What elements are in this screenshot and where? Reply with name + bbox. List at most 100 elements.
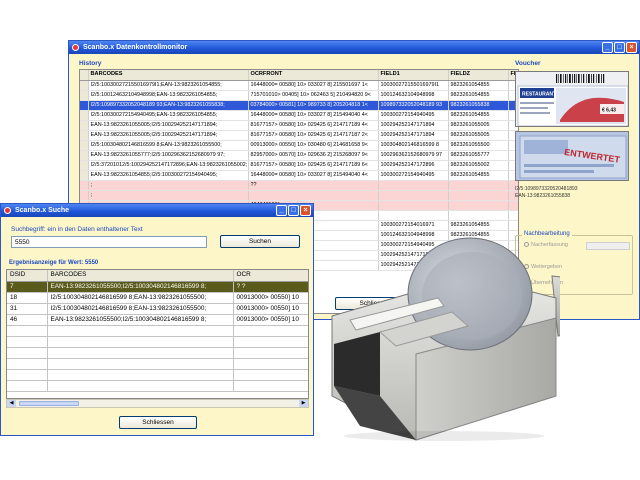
history-cell[interactable]: 100294252147171894: [378, 120, 449, 131]
history-cell[interactable]: 16448000= 00580] 10> 033027 8] 215501697…: [248, 80, 379, 91]
history-cell[interactable]: 715701010> 00405] 10> 062463 5] 21049482…: [248, 90, 379, 101]
result-cell[interactable]: 18: [7, 292, 48, 304]
history-cell[interactable]: EAN-13:9823261055005;I2/5:10029425214717…: [88, 130, 249, 141]
history-cell[interactable]: 109897332052048189 93: [378, 100, 449, 111]
history-cell[interactable]: 100300272154016971: [378, 220, 449, 231]
scroll-left-icon[interactable]: ◀: [7, 400, 16, 407]
history-row[interactable]: I2/5:100300272155016979I1;EAN-13:9823261…: [80, 80, 518, 91]
history-row[interactable]: I2/5:37201012/5:100294252147172896;EAN-1…: [80, 160, 518, 171]
result-cell[interactable]: EAN-13:9823261055500;I2/5:10030480214681…: [47, 281, 234, 293]
history-cell[interactable]: EAN-13:9823261055005;I2/5:10029425214717…: [88, 120, 249, 131]
results-col-header[interactable]: DSID: [7, 270, 48, 282]
result-cell[interactable]: 00913000> 00550] 10: [233, 292, 308, 304]
result-cell[interactable]: 7: [7, 281, 48, 293]
horizontal-scrollbar[interactable]: ◀ ▶: [6, 399, 309, 408]
history-cell[interactable]: [378, 200, 449, 211]
scroll-right-icon[interactable]: ▶: [299, 400, 308, 407]
history-cell[interactable]: 16448000= 00580] 10> 033027 8] 215494040…: [248, 170, 379, 181]
history-row[interactable]: EAN-13:9823261055005;I2/5:10029425214717…: [80, 130, 518, 141]
history-cell[interactable]: 81677157> 00580] 10> 029425 6] 214717189…: [248, 120, 379, 131]
search-button[interactable]: Suchen: [220, 235, 300, 248]
history-col-header[interactable]: OCRFRONT: [248, 70, 379, 81]
row-selector[interactable]: [80, 180, 89, 191]
search-titlebar[interactable]: Scanbo.x Suche _ □ ×: [1, 204, 313, 217]
close-button[interactable]: ×: [300, 205, 311, 216]
history-cell[interactable]: 82957000> 00570] 10> 029636 2] 215268097…: [248, 150, 379, 161]
row-selector[interactable]: [80, 190, 89, 201]
history-cell[interactable]: 03784000> 00581] 10> 989733 8] 205204818…: [248, 100, 379, 111]
history-cell[interactable]: EAN-13:9823261055777;I2/5:10029636215268…: [88, 150, 249, 161]
result-row[interactable]: 18 I2/5:100304802146816599 8;EAN-13:98232…: [7, 292, 308, 304]
history-row[interactable]: I2/5:100300272154940495;EAN-13:982326105…: [80, 110, 518, 121]
main-titlebar[interactable]: Scanbo.x Datenkontrollmonitor _ □ ×: [69, 41, 639, 54]
history-cell[interactable]: 100294252147171894: [378, 130, 449, 141]
result-cell[interactable]: 46: [7, 314, 48, 326]
row-selector[interactable]: [80, 140, 89, 151]
result-cell[interactable]: 31: [7, 303, 48, 315]
result-row[interactable]: 31 I2/5:100304802146816599 8;EAN-13:98232…: [7, 303, 308, 315]
schliessen-button[interactable]: Schliessen: [119, 416, 197, 429]
results-col-header[interactable]: OCR: [233, 270, 308, 282]
row-selector[interactable]: [80, 160, 89, 171]
history-cell[interactable]: [448, 210, 509, 221]
history-cell[interactable]: 9823261054855: [448, 110, 509, 121]
history-cell[interactable]: I2/5:37201012/5:100294252147172896;EAN-1…: [88, 160, 249, 171]
history-cell[interactable]: I2/5:109897332052048189 93;EAN-13:982326…: [88, 100, 249, 111]
result-cell[interactable]: ? ?: [233, 281, 308, 293]
history-cell[interactable]: 9823261054855: [448, 170, 509, 181]
history-row[interactable]: I2/5:109897332052048189 93;EAN-13:982326…: [80, 100, 518, 111]
history-cell[interactable]: I2/5:100304802146816599 8;EAN-13:9823261…: [88, 140, 249, 151]
result-cell[interactable]: 00913000> 00550] 10: [233, 314, 308, 326]
result-cell[interactable]: I2/5:100304802146816599 8;EAN-13:9823261…: [47, 292, 234, 304]
result-row[interactable]: 46 EAN-13:9823261055500;I2/5:100304802146…: [7, 314, 308, 326]
row-selector[interactable]: [80, 90, 89, 101]
history-cell[interactable]: ??: [248, 180, 379, 191]
history-cell[interactable]: [448, 200, 509, 211]
history-cell[interactable]: [248, 190, 379, 201]
history-cell[interactable]: 9823261055500: [448, 140, 509, 151]
history-cell[interactable]: 81677157> 00580] 10> 029425 6] 214717187…: [248, 130, 379, 141]
history-cell[interactable]: 00913000> 00550] 10> 030480 6] 214681658…: [248, 140, 379, 151]
history-cell[interactable]: [448, 180, 509, 191]
history-cell[interactable]: [378, 190, 449, 201]
history-cell[interactable]: [378, 180, 449, 191]
row-selector[interactable]: [80, 130, 89, 141]
history-cell[interactable]: EAN-13:9823261054855;I2/5:10030027215494…: [88, 170, 249, 181]
history-col-header[interactable]: FIELD1: [378, 70, 449, 81]
history-cell[interactable]: 81677157> 00580] 10> 029425 6] 214717189…: [248, 160, 379, 171]
result-cell[interactable]: 00913000> 00550] 10: [233, 303, 308, 315]
history-col-header[interactable]: BARCODES: [88, 70, 249, 81]
history-cell[interactable]: ;: [88, 180, 249, 191]
history-cell[interactable]: 100304802146816599 8: [378, 140, 449, 151]
history-cell[interactable]: 9823261055005: [448, 120, 509, 131]
history-cell[interactable]: 100300272154940495: [378, 110, 449, 121]
maximize-button[interactable]: □: [288, 205, 299, 216]
history-cell[interactable]: 100296362152680979 97: [378, 150, 449, 161]
results-col-header[interactable]: BARCODES: [47, 270, 234, 282]
history-cell[interactable]: I2/5:100300272154940495;EAN-13:982326105…: [88, 110, 249, 121]
history-cell[interactable]: 100300272155016979I1: [378, 80, 449, 91]
row-selector[interactable]: [80, 110, 89, 121]
history-cell[interactable]: 100294252147172896: [378, 160, 449, 171]
maximize-button[interactable]: □: [614, 42, 625, 53]
history-cell[interactable]: [448, 190, 509, 201]
row-selector[interactable]: [80, 120, 89, 131]
close-button[interactable]: ×: [626, 42, 637, 53]
minimize-button[interactable]: _: [602, 42, 613, 53]
nacherfassung-input[interactable]: [586, 242, 630, 250]
history-cell[interactable]: 9823261054855: [448, 90, 509, 101]
history-cell[interactable]: I2/5:100124632104948998;EAN-13:982326105…: [88, 90, 249, 101]
history-row[interactable]: ;: [80, 190, 518, 201]
scrollbar-thumb[interactable]: [19, 401, 79, 406]
result-cell[interactable]: EAN-13:9823261055500;I2/5:10030480214681…: [47, 314, 234, 326]
history-col-header[interactable]: FIELDZ: [448, 70, 509, 81]
history-cell[interactable]: 9823261054855: [448, 80, 509, 91]
result-row[interactable]: 7 EAN-13:9823261055500;I2/5:1003048021468…: [7, 281, 308, 293]
history-row[interactable]: EAN-13:9823261055777;I2/5:10029636215268…: [80, 150, 518, 161]
row-selector[interactable]: [80, 150, 89, 161]
history-cell[interactable]: 9823261055838: [448, 100, 509, 111]
history-cell[interactable]: 100124632104948998: [378, 90, 449, 101]
history-cell[interactable]: 9823261055777: [448, 150, 509, 161]
minimize-button[interactable]: _: [276, 205, 287, 216]
history-row[interactable]: I2/5:100304802146816599 8;EAN-13:9823261…: [80, 140, 518, 151]
